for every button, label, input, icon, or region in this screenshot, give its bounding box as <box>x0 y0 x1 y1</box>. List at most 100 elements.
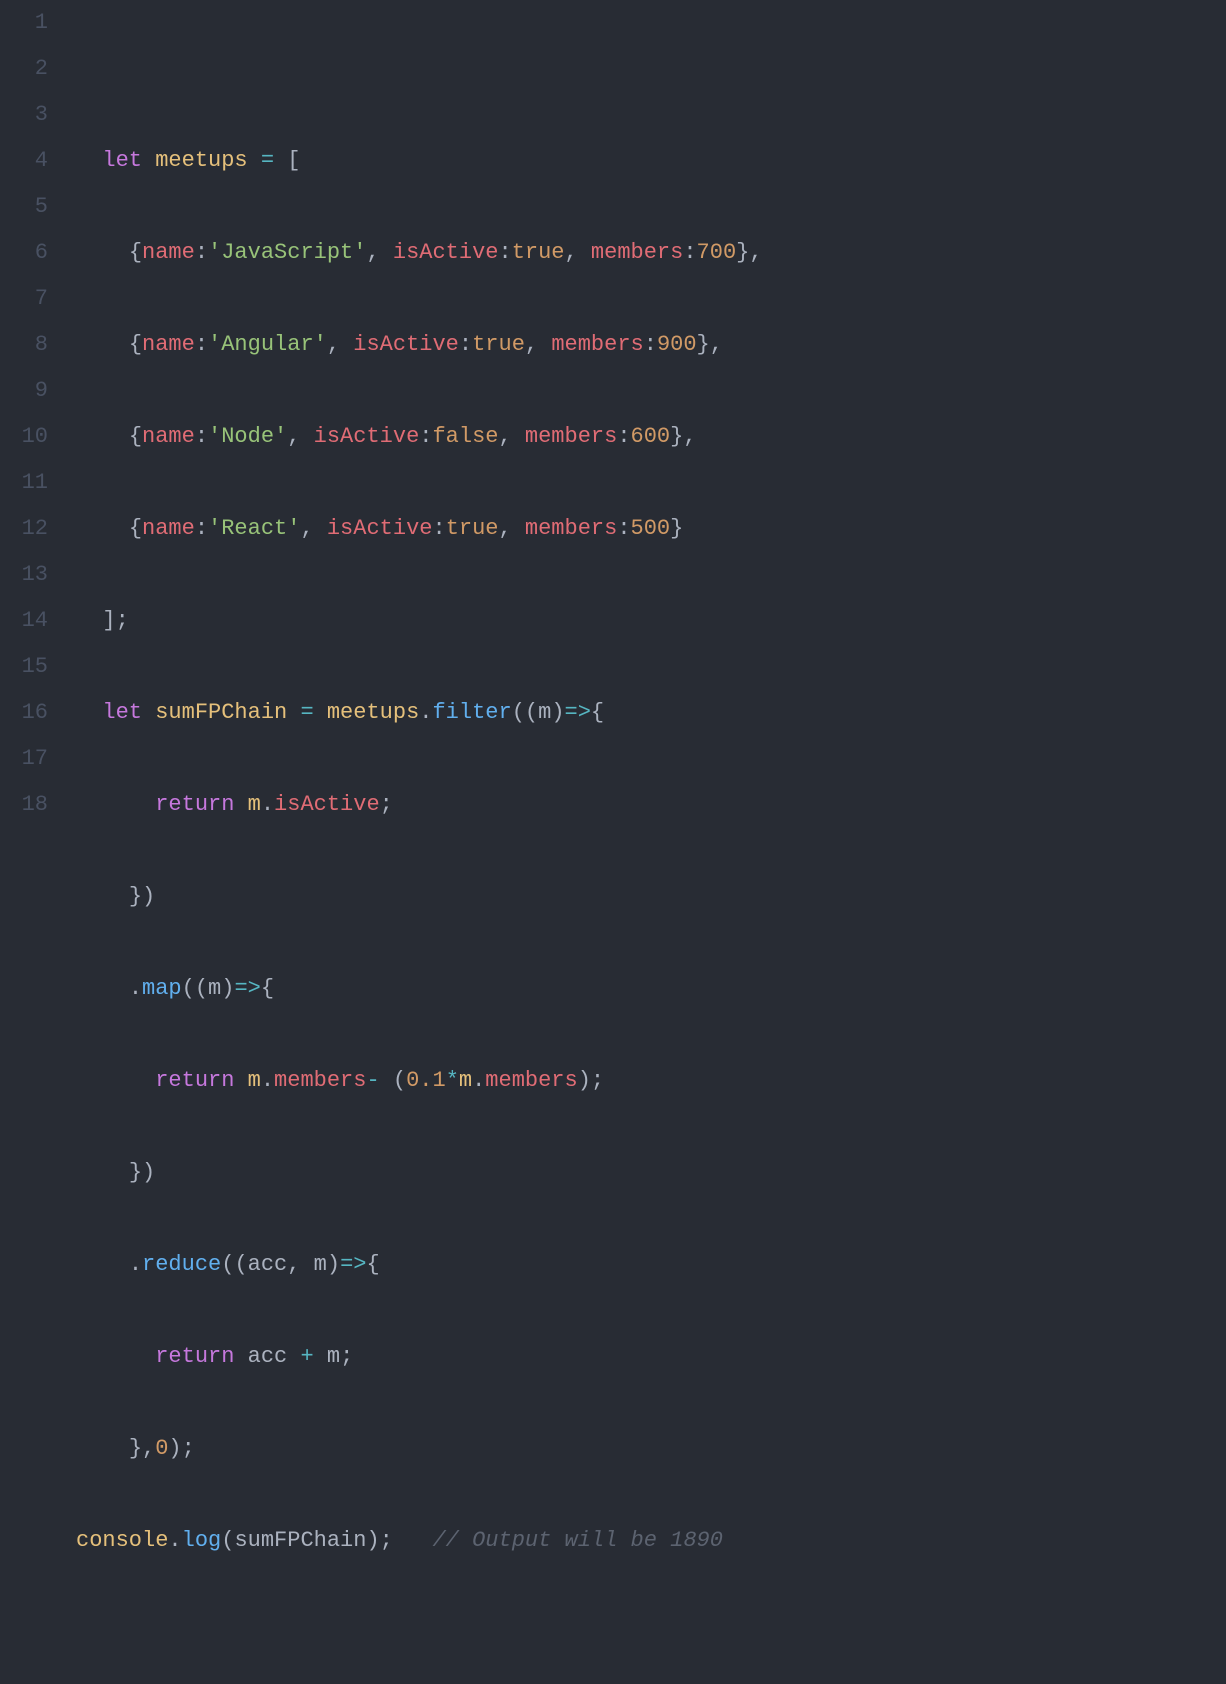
line-number: 13 <box>0 552 48 598</box>
brace-close: } <box>670 516 683 541</box>
dot: . <box>129 1252 142 1277</box>
string-literal: 'Node' <box>208 424 287 449</box>
line-number: 2 <box>0 46 48 92</box>
code-line[interactable]: }) <box>76 874 763 920</box>
dot: . <box>261 1068 274 1093</box>
code-line[interactable]: .map((m)=>{ <box>76 966 763 1012</box>
paren-open: ( <box>195 976 208 1001</box>
comma: , <box>142 1436 155 1461</box>
number-literal: 0.1 <box>406 1068 446 1093</box>
arrow: => <box>234 976 260 1001</box>
dot: . <box>261 792 274 817</box>
operator-assign: = <box>261 148 274 173</box>
paren-close: ) <box>551 700 564 725</box>
line-number: 12 <box>0 506 48 552</box>
semicolon: ; <box>182 1436 195 1461</box>
code-line[interactable]: return m.isActive; <box>76 782 763 828</box>
line-number: 5 <box>0 184 48 230</box>
code-line[interactable]: },0); <box>76 1426 763 1472</box>
operator-plus: + <box>300 1344 313 1369</box>
method-log: log <box>182 1528 222 1553</box>
keyword-return: return <box>155 792 234 817</box>
property-name: name <box>142 240 195 265</box>
colon: : <box>195 240 208 265</box>
dot: . <box>168 1528 181 1553</box>
identifier-meetups: meetups <box>327 700 419 725</box>
code-line[interactable]: return m.members- (0.1*m.members); <box>76 1058 763 1104</box>
code-editor[interactable]: 1 2 3 4 5 6 7 8 9 10 11 12 13 14 15 16 1… <box>0 0 1226 842</box>
code-line[interactable]: .reduce((acc, m)=>{ <box>76 1242 763 1288</box>
code-line[interactable]: let sumFPChain = meetups.filter((m)=>{ <box>76 690 763 736</box>
number-literal: 900 <box>657 332 697 357</box>
line-number: 10 <box>0 414 48 460</box>
comma: , <box>499 424 512 449</box>
colon: : <box>195 516 208 541</box>
paren-open: ( <box>221 1528 234 1553</box>
number-literal: 700 <box>697 240 737 265</box>
code-area[interactable]: let meetups = [ {name:'JavaScript', isAc… <box>62 0 763 842</box>
paren-close: ) <box>578 1068 591 1093</box>
dot: . <box>129 976 142 1001</box>
brace-open: { <box>129 332 142 357</box>
line-number: 15 <box>0 644 48 690</box>
method-filter: filter <box>432 700 511 725</box>
param-m: m <box>538 700 551 725</box>
param-m: m <box>208 976 221 1001</box>
number-literal: 600 <box>631 424 671 449</box>
bracket-open: [ <box>287 148 300 173</box>
brace-close: } <box>697 332 710 357</box>
colon: : <box>617 424 630 449</box>
code-line[interactable]: return acc + m; <box>76 1334 763 1380</box>
method-reduce: reduce <box>142 1252 221 1277</box>
identifier-acc: acc <box>248 1344 288 1369</box>
boolean-literal: true <box>512 240 565 265</box>
line-number: 4 <box>0 138 48 184</box>
dot: . <box>419 700 432 725</box>
code-line[interactable]: {name:'JavaScript', isActive:true, membe… <box>76 230 763 276</box>
brace-open: { <box>129 516 142 541</box>
line-number: 9 <box>0 368 48 414</box>
bracket-close: ] <box>102 608 115 633</box>
code-line[interactable]: ]; <box>76 598 763 644</box>
colon: : <box>195 424 208 449</box>
comma: , <box>300 516 313 541</box>
paren-open: ( <box>393 1068 406 1093</box>
brace-close: } <box>129 1436 142 1461</box>
boolean-literal: true <box>446 516 499 541</box>
property-name: name <box>142 516 195 541</box>
semicolon: ; <box>116 608 129 633</box>
code-line[interactable]: console.log(sumFPChain); // Output will … <box>76 1518 763 1564</box>
param-acc: acc <box>248 1252 288 1277</box>
brace-close: } <box>736 240 749 265</box>
line-number: 6 <box>0 230 48 276</box>
code-line[interactable] <box>76 1610 763 1656</box>
identifier-m: m <box>248 1068 261 1093</box>
param-m: m <box>314 1252 327 1277</box>
code-line[interactable]: }) <box>76 1150 763 1196</box>
colon: : <box>683 240 696 265</box>
method-map: map <box>142 976 182 1001</box>
boolean-literal: false <box>432 424 498 449</box>
property-name: name <box>142 424 195 449</box>
identifier-console: console <box>76 1528 168 1553</box>
code-line[interactable]: {name:'Angular', isActive:true, members:… <box>76 322 763 368</box>
identifier-sumfpchain: sumFPChain <box>234 1528 366 1553</box>
paren-close: ) <box>327 1252 340 1277</box>
arrow: => <box>565 700 591 725</box>
paren-open: ( <box>221 1252 234 1277</box>
colon: : <box>195 332 208 357</box>
code-line[interactable]: {name:'React', isActive:true, members:50… <box>76 506 763 552</box>
dot: . <box>472 1068 485 1093</box>
keyword-return: return <box>155 1068 234 1093</box>
property-members: members <box>551 332 643 357</box>
code-line[interactable]: let meetups = [ <box>76 138 763 184</box>
code-line[interactable]: {name:'Node', isActive:false, members:60… <box>76 414 763 460</box>
brace-close: } <box>129 1160 142 1185</box>
brace-close: } <box>670 424 683 449</box>
line-number: 7 <box>0 276 48 322</box>
identifier-sumfpchain: sumFPChain <box>155 700 287 725</box>
paren-open: ( <box>234 1252 247 1277</box>
comment: // Output will be 1890 <box>432 1528 722 1553</box>
semicolon: ; <box>380 1528 393 1553</box>
code-line[interactable] <box>76 46 763 92</box>
